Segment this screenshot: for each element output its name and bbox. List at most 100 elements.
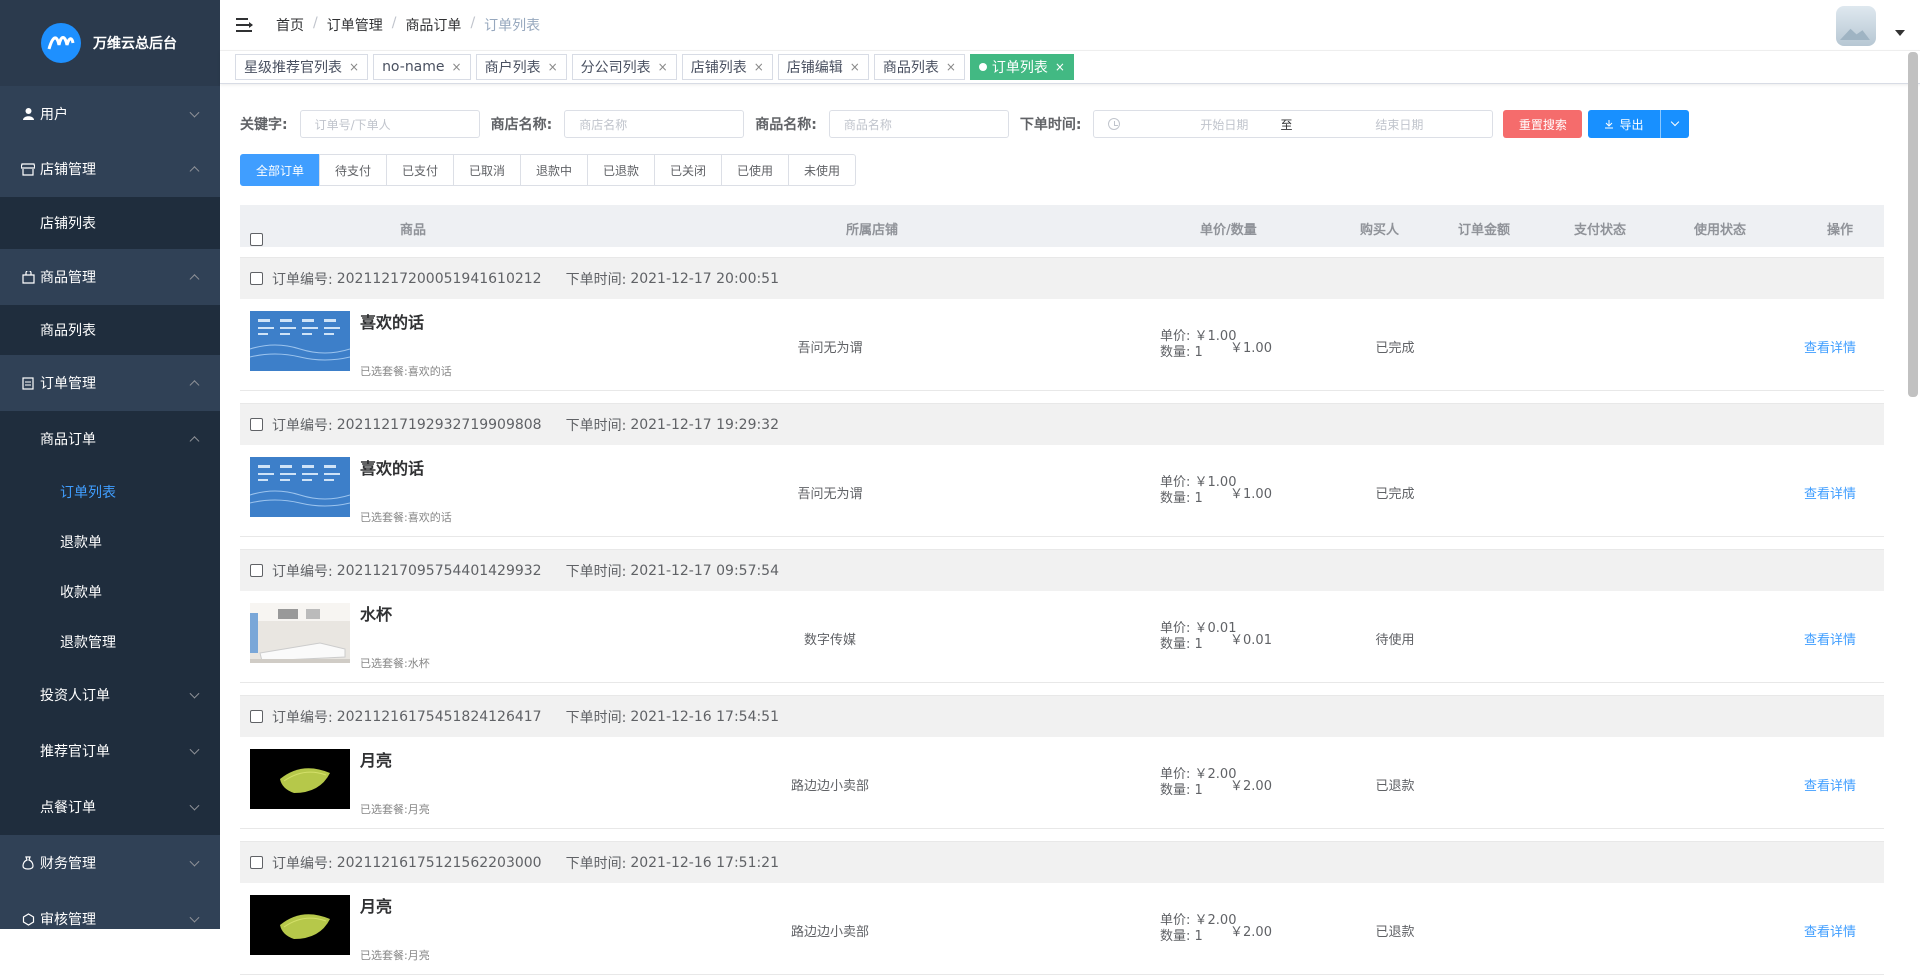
navbar: 首页 / 订单管理 / 商品订单 / 订单列表 <box>220 0 1920 51</box>
tab-paid[interactable]: 已支付 <box>386 154 454 186</box>
order-time: 2021-12-16 17:54:51 <box>630 708 780 725</box>
export-dropdown-toggle[interactable] <box>1660 110 1689 138</box>
order-checkbox[interactable] <box>250 418 263 431</box>
tab-used[interactable]: 已使用 <box>721 154 789 186</box>
keyword-input[interactable]: 订单号/下单人 <box>299 110 480 138</box>
tags-view: 星级推荐官列表 × no-name × 商户列表 × 分公司列表 × 店铺列表 × 店铺编… <box>220 51 1920 84</box>
sidebar-item-user[interactable]: 用户 <box>0 86 220 141</box>
product-package: 已选套餐:水杯 <box>360 657 430 670</box>
view-detail-link[interactable]: 查看详情 <box>1785 337 1875 356</box>
sidebar-item-goods-mgmt[interactable]: 商品管理 <box>0 249 220 305</box>
order-header: 订单编号: 20211216175451824126417 下单时间: 2021-12… <box>240 695 1884 737</box>
breadcrumb-home[interactable]: 首页 <box>276 15 304 35</box>
tag-star-recommender[interactable]: 星级推荐官列表 × <box>235 54 369 80</box>
main-area: 首页 / 订单管理 / 商品订单 / 订单列表 星级推荐官列表 × no-name × 商… <box>220 0 1920 975</box>
chevron-down-icon <box>189 744 200 755</box>
store-name: 吾问无为谓 <box>797 341 863 356</box>
tag-no-name[interactable]: no-name × <box>373 54 471 80</box>
sidebar-item-refund-order[interactable]: 退款单 <box>0 517 220 567</box>
product-package: 已选套餐:喜欢的话 <box>360 365 452 378</box>
sidebar-item-shop-mgmt[interactable]: 店铺管理 <box>0 141 220 197</box>
col-pay-status: 支付状态 <box>1574 223 1627 238</box>
view-detail-link[interactable]: 查看详情 <box>1785 483 1875 502</box>
table-row: 月亮 已选套餐:月亮 路边边小卖部 单价: ￥2.00 数量: 1 ￥2.00 已退款 查看详… <box>240 737 1884 829</box>
tag-shop-edit[interactable]: 店铺编辑 × <box>777 54 869 80</box>
chevron-down-icon <box>189 688 200 699</box>
sidebar-item-goods-list[interactable]: 商品列表 <box>0 305 220 355</box>
view-detail-link[interactable]: 查看详情 <box>1785 921 1875 940</box>
tag-branch-list[interactable]: 分公司列表 × <box>571 54 677 80</box>
close-icon[interactable]: × <box>1055 60 1065 74</box>
view-detail-link[interactable]: 查看详情 <box>1785 775 1875 794</box>
tag-order-list[interactable]: 订单列表 × <box>969 54 1074 80</box>
scrollbar[interactable] <box>1905 52 1918 922</box>
sidebar-item-label: 财务管理 <box>40 856 96 872</box>
breadcrumb-order-mgmt[interactable]: 订单管理 <box>327 15 383 35</box>
bag-icon <box>20 269 36 285</box>
order-time-label: 下单时间: <box>565 563 627 580</box>
order-no-label: 订单编号: <box>272 563 333 580</box>
sidebar-item-audit[interactable]: 审核管理 <box>0 891 220 929</box>
order-card: 订单编号: 20211217200051941610212 下单时间: 2021-12… <box>240 257 1884 391</box>
tab-refunding[interactable]: 退款中 <box>520 154 588 186</box>
close-icon[interactable]: × <box>548 60 558 74</box>
col-amount: 订单金额 <box>1458 223 1511 238</box>
close-icon[interactable]: × <box>850 60 860 74</box>
order-checkbox[interactable] <box>250 564 263 577</box>
sidebar-item-refund-mgmt[interactable]: 退款管理 <box>0 617 220 667</box>
export-main[interactable]: 导出 <box>1588 116 1660 133</box>
goods-name-input[interactable]: 商品名称 <box>828 110 1009 138</box>
tab-refunded[interactable]: 已退款 <box>587 154 655 186</box>
tab-pending-payment[interactable]: 待支付 <box>319 154 387 186</box>
product-name: 月亮 <box>360 751 393 770</box>
sidebar-item-dining-order[interactable]: 点餐订单 <box>0 779 220 835</box>
product-thumbnail <box>250 895 350 955</box>
end-date-input[interactable]: 结束日期 <box>1349 116 1449 133</box>
sidebar-item-goods-order[interactable]: 商品订单 <box>0 411 220 467</box>
status-tabs: 全部订单 待支付 已支付 已取消 退款中 已退款 已关闭 已使用 未使用 <box>240 154 856 186</box>
sidebar-item-investor-order[interactable]: 投资人订单 <box>0 667 220 723</box>
date-range-picker[interactable]: 开始日期 至 结束日期 <box>1093 110 1494 138</box>
order-checkbox[interactable] <box>250 710 263 723</box>
hamburger-icon[interactable] <box>236 18 254 32</box>
sidebar-item-label: 审核管理 <box>40 912 96 928</box>
close-icon[interactable]: × <box>946 60 956 74</box>
tab-closed[interactable]: 已关闭 <box>654 154 722 186</box>
close-icon[interactable]: × <box>349 60 359 74</box>
export-button[interactable]: 导出 <box>1588 110 1690 138</box>
breadcrumb-goods-order[interactable]: 商品订单 <box>405 15 461 35</box>
order-checkbox[interactable] <box>250 856 263 869</box>
order-no: 20211216175121562203000 <box>336 854 542 871</box>
caret-down-icon[interactable] <box>1895 30 1905 36</box>
close-icon[interactable]: × <box>658 60 668 74</box>
start-date-input[interactable]: 开始日期 <box>1174 116 1274 133</box>
tab-unused[interactable]: 未使用 <box>788 154 856 186</box>
product-name: 喜欢的话 <box>360 459 425 478</box>
close-icon[interactable]: × <box>452 60 462 74</box>
order-checkbox[interactable] <box>250 272 263 285</box>
scroll-thumb[interactable] <box>1908 52 1918 397</box>
download-icon <box>1605 120 1614 129</box>
sidebar-item-shop-list[interactable]: 店铺列表 <box>0 197 220 249</box>
product-name: 喜欢的话 <box>360 313 425 332</box>
sidebar-item-label: 投资人订单 <box>40 688 110 704</box>
product-thumbnail <box>249 457 351 517</box>
sidebar-item-order-mgmt[interactable]: 订单管理 <box>0 355 220 411</box>
tab-all-orders[interactable]: 全部订单 <box>240 154 320 186</box>
reset-search-button[interactable]: 重置搜索 <box>1503 110 1583 138</box>
sidebar-item-recommender-order[interactable]: 推荐官订单 <box>0 723 220 779</box>
store-name-input[interactable]: 商店名称 <box>564 110 745 138</box>
tag-shop-list[interactable]: 店铺列表 × <box>681 54 773 80</box>
close-icon[interactable]: × <box>754 60 764 74</box>
brand-logo[interactable]: 万维云总后台 <box>0 0 220 86</box>
store-icon <box>20 161 36 177</box>
product-package: 已选套餐:月亮 <box>360 803 430 816</box>
sidebar-item-receipt[interactable]: 收款单 <box>0 567 220 617</box>
sidebar-item-finance[interactable]: 财务管理 <box>0 835 220 891</box>
tag-goods-list[interactable]: 商品列表 × <box>873 54 965 80</box>
avatar[interactable] <box>1836 6 1876 46</box>
view-detail-link[interactable]: 查看详情 <box>1785 629 1875 648</box>
tag-merchant-list[interactable]: 商户列表 × <box>475 54 567 80</box>
sidebar-item-order-list[interactable]: 订单列表 <box>0 467 220 517</box>
tab-cancelled[interactable]: 已取消 <box>453 154 521 186</box>
